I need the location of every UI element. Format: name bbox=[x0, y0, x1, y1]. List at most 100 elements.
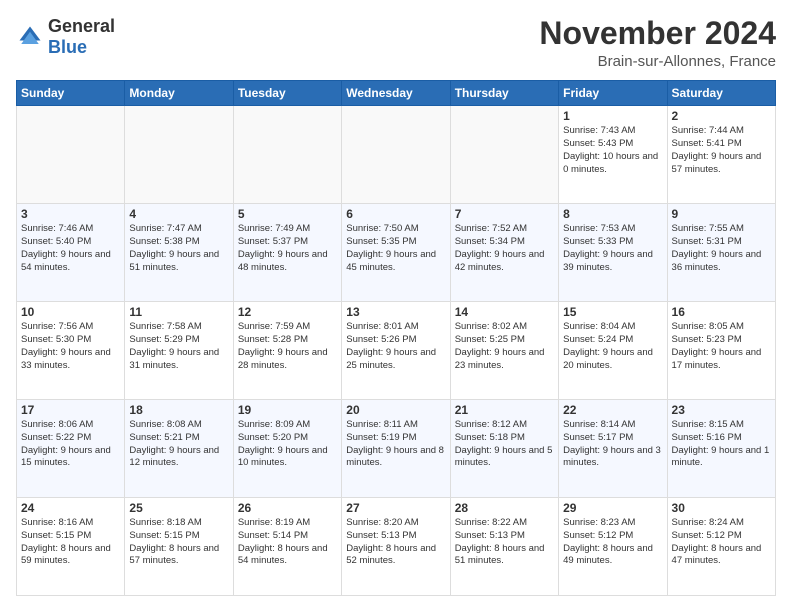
table-row: 18 Sunrise: 8:08 AMSunset: 5:21 PMDayligh… bbox=[125, 400, 233, 498]
table-row: 3 Sunrise: 7:46 AMSunset: 5:40 PMDaylight… bbox=[17, 204, 125, 302]
day-info: Sunrise: 8:01 AMSunset: 5:26 PMDaylight:… bbox=[346, 321, 445, 372]
day-number: 21 bbox=[455, 403, 554, 417]
table-row bbox=[233, 106, 341, 204]
month-title: November 2024 bbox=[539, 16, 776, 51]
table-row: 27 Sunrise: 8:20 AMSunset: 5:13 PMDayligh… bbox=[342, 498, 450, 596]
day-info: Sunrise: 7:58 AMSunset: 5:29 PMDaylight:… bbox=[129, 321, 228, 372]
header-sunday: Sunday bbox=[17, 81, 125, 106]
day-number: 11 bbox=[129, 305, 228, 319]
table-row: 13 Sunrise: 8:01 AMSunset: 5:26 PMDayligh… bbox=[342, 302, 450, 400]
calendar-header-row: Sunday Monday Tuesday Wednesday Thursday… bbox=[17, 81, 776, 106]
day-info: Sunrise: 7:53 AMSunset: 5:33 PMDaylight:… bbox=[563, 223, 662, 274]
day-number: 28 bbox=[455, 501, 554, 515]
day-number: 13 bbox=[346, 305, 445, 319]
table-row bbox=[342, 106, 450, 204]
day-info: Sunrise: 8:06 AMSunset: 5:22 PMDaylight:… bbox=[21, 419, 120, 470]
table-row: 4Sunrise: 7:47 AMSunset: 5:38 PMDaylight… bbox=[125, 204, 233, 302]
day-info: Sunrise: 8:15 AMSunset: 5:16 PMDaylight:… bbox=[672, 419, 771, 470]
day-info: Sunrise: 8:16 AMSunset: 5:15 PMDaylight:… bbox=[21, 517, 120, 568]
day-number: 24 bbox=[21, 501, 120, 515]
table-row: 5 Sunrise: 7:49 AMSunset: 5:37 PMDaylight… bbox=[233, 204, 341, 302]
day-info: Sunrise: 8:19 AMSunset: 5:14 PMDaylight:… bbox=[238, 517, 337, 568]
day-info: Sunrise: 7:44 AMSunset: 5:41 PMDaylight:… bbox=[672, 125, 771, 176]
day-info: Sunrise: 7:56 AMSunset: 5:30 PMDaylight:… bbox=[21, 321, 120, 372]
table-row: 25Sunrise: 8:18 AMSunset: 5:15 PMDayligh… bbox=[125, 498, 233, 596]
day-info: Sunrise: 7:47 AMSunset: 5:38 PMDaylight:… bbox=[129, 223, 228, 274]
day-info: Sunrise: 8:05 AMSunset: 5:23 PMDaylight:… bbox=[672, 321, 771, 372]
day-info: Sunrise: 8:20 AMSunset: 5:13 PMDaylight:… bbox=[346, 517, 445, 568]
table-row: 19 Sunrise: 8:09 AMSunset: 5:20 PMDayligh… bbox=[233, 400, 341, 498]
day-number: 19 bbox=[238, 403, 337, 417]
table-row: 26 Sunrise: 8:19 AMSunset: 5:14 PMDayligh… bbox=[233, 498, 341, 596]
day-info: Sunrise: 8:09 AMSunset: 5:20 PMDaylight:… bbox=[238, 419, 337, 470]
day-info: Sunrise: 8:04 AMSunset: 5:24 PMDaylight:… bbox=[563, 321, 662, 372]
table-row: 22 Sunrise: 8:14 AMSunset: 5:17 PMDayligh… bbox=[559, 400, 667, 498]
day-info: Sunrise: 8:08 AMSunset: 5:21 PMDaylight:… bbox=[129, 419, 228, 470]
table-row bbox=[450, 106, 558, 204]
calendar-week-5: 24 Sunrise: 8:16 AMSunset: 5:15 PMDayligh… bbox=[17, 498, 776, 596]
calendar-week-4: 17Sunrise: 8:06 AMSunset: 5:22 PMDayligh… bbox=[17, 400, 776, 498]
logo-general: General bbox=[48, 16, 115, 36]
calendar-week-3: 10 Sunrise: 7:56 AMSunset: 5:30 PMDayligh… bbox=[17, 302, 776, 400]
header-tuesday: Tuesday bbox=[233, 81, 341, 106]
day-info: Sunrise: 7:50 AMSunset: 5:35 PMDaylight:… bbox=[346, 223, 445, 274]
day-number: 5 bbox=[238, 207, 337, 221]
day-number: 14 bbox=[455, 305, 554, 319]
table-row: 23 Sunrise: 8:15 AMSunset: 5:16 PMDayligh… bbox=[667, 400, 775, 498]
day-number: 10 bbox=[21, 305, 120, 319]
day-info: Sunrise: 7:52 AMSunset: 5:34 PMDaylight:… bbox=[455, 223, 554, 274]
day-number: 12 bbox=[238, 305, 337, 319]
day-number: 8 bbox=[563, 207, 662, 221]
table-row: 8 Sunrise: 7:53 AMSunset: 5:33 PMDaylight… bbox=[559, 204, 667, 302]
title-area: November 2024 Brain-sur-Allonnes, France bbox=[539, 16, 776, 70]
table-row: 2 Sunrise: 7:44 AMSunset: 5:41 PMDaylight… bbox=[667, 106, 775, 204]
table-row: 30 Sunrise: 8:24 AMSunset: 5:12 PMDayligh… bbox=[667, 498, 775, 596]
header-friday: Friday bbox=[559, 81, 667, 106]
day-info: Sunrise: 7:49 AMSunset: 5:37 PMDaylight:… bbox=[238, 223, 337, 274]
day-number: 7 bbox=[455, 207, 554, 221]
day-number: 3 bbox=[21, 207, 120, 221]
day-info: Sunrise: 8:22 AMSunset: 5:13 PMDaylight:… bbox=[455, 517, 554, 568]
day-number: 23 bbox=[672, 403, 771, 417]
day-info: Sunrise: 7:46 AMSunset: 5:40 PMDaylight:… bbox=[21, 223, 120, 274]
location-title: Brain-sur-Allonnes, France bbox=[539, 53, 776, 70]
header: General Blue November 2024 Brain-sur-All… bbox=[16, 16, 776, 70]
header-monday: Monday bbox=[125, 81, 233, 106]
day-number: 15 bbox=[563, 305, 662, 319]
table-row: 20Sunrise: 8:11 AMSunset: 5:19 PMDayligh… bbox=[342, 400, 450, 498]
table-row: 6 Sunrise: 7:50 AMSunset: 5:35 PMDaylight… bbox=[342, 204, 450, 302]
day-info: Sunrise: 8:23 AMSunset: 5:12 PMDaylight:… bbox=[563, 517, 662, 568]
table-row: 10 Sunrise: 7:56 AMSunset: 5:30 PMDayligh… bbox=[17, 302, 125, 400]
table-row: 16Sunrise: 8:05 AMSunset: 5:23 PMDayligh… bbox=[667, 302, 775, 400]
header-thursday: Thursday bbox=[450, 81, 558, 106]
header-wednesday: Wednesday bbox=[342, 81, 450, 106]
day-number: 18 bbox=[129, 403, 228, 417]
table-row: 24 Sunrise: 8:16 AMSunset: 5:15 PMDayligh… bbox=[17, 498, 125, 596]
logo-icon bbox=[16, 23, 44, 51]
table-row: 1 Sunrise: 7:43 AMSunset: 5:43 PMDaylight… bbox=[559, 106, 667, 204]
day-number: 22 bbox=[563, 403, 662, 417]
table-row: 29 Sunrise: 8:23 AMSunset: 5:12 PMDayligh… bbox=[559, 498, 667, 596]
logo: General Blue bbox=[16, 16, 115, 58]
table-row: 9Sunrise: 7:55 AMSunset: 5:31 PMDaylight… bbox=[667, 204, 775, 302]
table-row: 21Sunrise: 8:12 AMSunset: 5:18 PMDayligh… bbox=[450, 400, 558, 498]
day-info: Sunrise: 7:59 AMSunset: 5:28 PMDaylight:… bbox=[238, 321, 337, 372]
day-number: 6 bbox=[346, 207, 445, 221]
table-row bbox=[125, 106, 233, 204]
day-number: 30 bbox=[672, 501, 771, 515]
day-number: 1 bbox=[563, 109, 662, 123]
table-row: 17Sunrise: 8:06 AMSunset: 5:22 PMDayligh… bbox=[17, 400, 125, 498]
day-info: Sunrise: 8:18 AMSunset: 5:15 PMDaylight:… bbox=[129, 517, 228, 568]
day-info: Sunrise: 8:24 AMSunset: 5:12 PMDaylight:… bbox=[672, 517, 771, 568]
table-row: 12 Sunrise: 7:59 AMSunset: 5:28 PMDayligh… bbox=[233, 302, 341, 400]
day-info: Sunrise: 7:43 AMSunset: 5:43 PMDaylight:… bbox=[563, 125, 662, 176]
day-number: 26 bbox=[238, 501, 337, 515]
day-number: 2 bbox=[672, 109, 771, 123]
day-info: Sunrise: 8:02 AMSunset: 5:25 PMDaylight:… bbox=[455, 321, 554, 372]
day-number: 27 bbox=[346, 501, 445, 515]
table-row: 14 Sunrise: 8:02 AMSunset: 5:25 PMDayligh… bbox=[450, 302, 558, 400]
table-row: 7 Sunrise: 7:52 AMSunset: 5:34 PMDaylight… bbox=[450, 204, 558, 302]
day-info: Sunrise: 8:14 AMSunset: 5:17 PMDaylight:… bbox=[563, 419, 662, 470]
day-number: 29 bbox=[563, 501, 662, 515]
page: General Blue November 2024 Brain-sur-All… bbox=[0, 0, 792, 612]
